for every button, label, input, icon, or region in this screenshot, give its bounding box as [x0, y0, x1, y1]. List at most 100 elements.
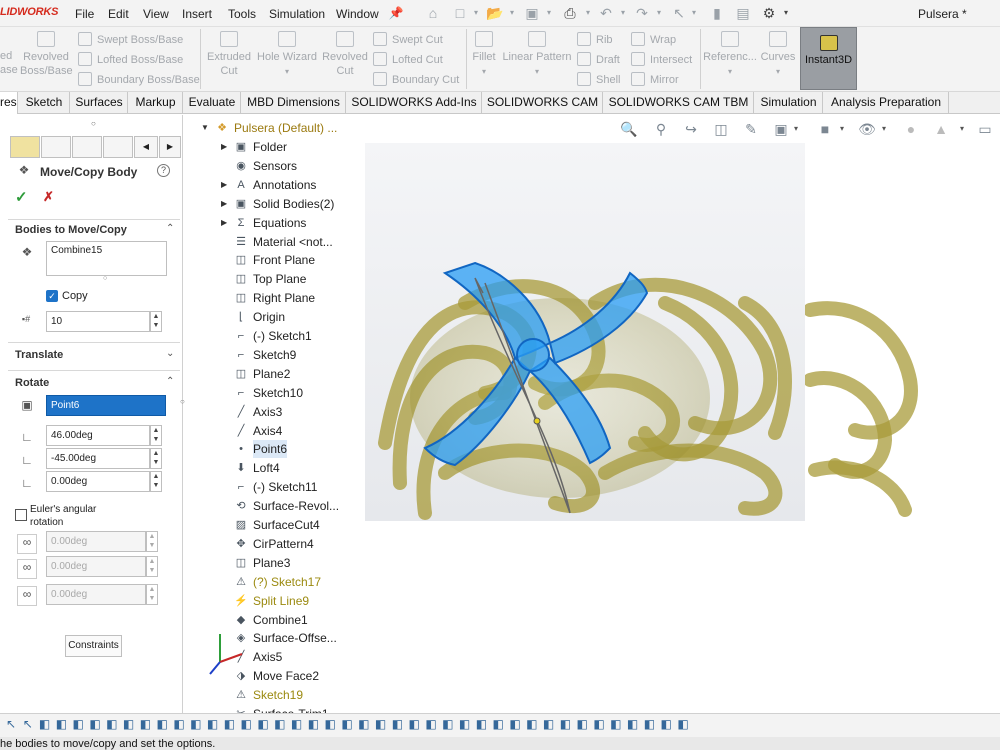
menu-tools[interactable]: Tools — [228, 7, 256, 21]
angle-z-spinner[interactable]: ▲ ▼ — [150, 471, 162, 492]
chevron-down-icon[interactable]: ▾ — [792, 124, 800, 133]
feature-manager-tab-icon[interactable] — [10, 136, 40, 158]
angle-y-input[interactable]: -45.00deg — [46, 448, 150, 469]
euler-angle-1-input[interactable]: 0.00deg — [46, 531, 146, 552]
chevron-down-icon[interactable]: ▾ — [472, 4, 480, 22]
translate-section-header[interactable]: Translate — [15, 349, 63, 361]
offset-icon[interactable]: ◧ — [273, 717, 287, 733]
camera-icon[interactable]: ◧ — [626, 717, 640, 733]
reference-geometry-button[interactable]: Referenc... ▾ — [703, 31, 757, 79]
euler-angle-2-input[interactable]: 0.00deg — [46, 556, 146, 577]
chevron-down-icon[interactable]: ▾ — [584, 4, 592, 22]
coordinate-icon[interactable]: ◧ — [491, 717, 505, 733]
rectangle-icon[interactable]: ◧ — [138, 717, 152, 733]
help-icon[interactable]: ? — [157, 164, 170, 177]
gear-icon[interactable]: ⚙ — [760, 4, 778, 22]
instant3d-button[interactable]: Instant3D — [800, 27, 857, 90]
undo-icon[interactable]: ↶ — [597, 4, 615, 22]
hole-wizard-button[interactable]: Hole Wizard ▾ — [256, 31, 318, 79]
tab-sketch[interactable]: Sketch — [19, 92, 70, 114]
expand-arrow-icon[interactable]: ▶ — [221, 195, 227, 213]
select-icon[interactable]: ↖ — [4, 717, 18, 733]
extend-icon[interactable]: ◧ — [306, 717, 320, 733]
expand-arrow-icon[interactable]: ▶ — [221, 138, 227, 156]
cancel-x-icon[interactable]: ✗ — [43, 189, 54, 205]
draft-button[interactable]: Draft — [577, 52, 620, 67]
bodies-selection-box[interactable]: Combine15 — [46, 241, 167, 276]
chevron-down-icon[interactable]: ↖ — [21, 717, 35, 733]
chamfer-icon[interactable]: ◧ — [256, 717, 270, 733]
copy-icon[interactable]: ◧ — [374, 717, 388, 733]
open-icon[interactable]: 📂 — [486, 4, 504, 22]
menu-window[interactable]: Window — [336, 7, 379, 21]
home-icon[interactable]: ⌂ — [424, 4, 442, 22]
configuration-manager-tab-icon[interactable] — [72, 136, 102, 158]
previous-view-icon[interactable]: ↪ — [682, 121, 700, 138]
layer-icon[interactable]: ◧ — [592, 717, 606, 733]
chevron-down-icon[interactable]: ▾ — [880, 124, 888, 133]
zoom-to-fit-icon[interactable]: 🔍 — [620, 121, 638, 138]
curves-button[interactable]: Curves ▾ — [759, 31, 797, 79]
color-icon[interactable]: ◧ — [609, 717, 623, 733]
dynamic-annotation-icon[interactable]: ✎ — [742, 121, 760, 138]
rebuild-icon[interactable]: ▮ — [708, 4, 726, 22]
print-icon[interactable]: ⎙ — [561, 4, 579, 22]
apply-scene-icon[interactable]: ▲ — [932, 121, 950, 137]
extrude-icon[interactable]: ◧ — [54, 717, 68, 733]
tab-analysis-preparation[interactable]: Analysis Preparation — [824, 92, 949, 114]
save-icon[interactable]: ▣ — [523, 4, 541, 22]
tab-mbd-dimensions[interactable]: MBD Dimensions — [242, 92, 346, 114]
relation-icon[interactable]: ◧ — [407, 717, 421, 733]
tab-markup[interactable]: Markup — [129, 92, 183, 114]
snap-icon[interactable]: ◧ — [575, 717, 589, 733]
tab-solidworks-cam[interactable]: SOLIDWORKS CAM — [483, 92, 603, 114]
mirror-button[interactable]: Mirror — [631, 72, 679, 87]
section-view-icon[interactable]: ◫ — [712, 121, 730, 138]
fillet-icon[interactable]: ◧ — [239, 717, 253, 733]
euler-angle-3-input[interactable]: 0.00deg — [46, 584, 146, 605]
chevron-down-icon[interactable]: ▾ — [958, 124, 966, 133]
arc-icon[interactable]: ◧ — [172, 717, 186, 733]
revolved-boss-button[interactable]: Revolved Boss/Base — [20, 31, 73, 78]
ok-check-icon[interactable]: ✓ — [15, 188, 28, 206]
menu-view[interactable]: View — [143, 7, 169, 21]
fillet-button[interactable]: Fillet ▾ — [470, 31, 498, 79]
swept-boss-button[interactable]: Swept Boss/Base — [78, 32, 183, 47]
dimxpert-tab-icon[interactable] — [103, 136, 133, 158]
redo-icon[interactable]: ↷ — [633, 4, 651, 22]
file-properties-icon[interactable]: ▤ — [734, 4, 752, 22]
sketch-tool-icon[interactable]: ◧ — [38, 717, 52, 733]
drag-handle-icon[interactable]: ○ — [91, 119, 96, 128]
move-icon[interactable]: ◧ — [357, 717, 371, 733]
boundary-boss-button[interactable]: Boundary Boss/Base — [78, 72, 200, 87]
circle-icon[interactable]: ◧ — [155, 717, 169, 733]
tab-evaluate[interactable]: Evaluate — [184, 92, 241, 114]
view-settings-icon[interactable]: ▭ — [976, 121, 994, 138]
scale-icon[interactable]: ◧ — [390, 717, 404, 733]
constraints-button[interactable]: Constraints — [65, 635, 122, 657]
property-manager-tab-icon[interactable] — [41, 136, 71, 158]
revolved-cut-button[interactable]: Revolved Cut — [320, 31, 370, 78]
plane-icon[interactable]: ◧ — [458, 717, 472, 733]
chevron-left-icon[interactable]: ◀ — [134, 136, 158, 158]
axis-icon[interactable]: ◧ — [474, 717, 488, 733]
pin-icon[interactable]: 📌 — [387, 4, 405, 22]
tab-simulation[interactable]: Simulation — [755, 92, 823, 114]
intersect-button[interactable]: Intersect — [631, 52, 692, 67]
wrap-button[interactable]: Wrap — [631, 32, 676, 47]
measure-icon[interactable]: ◧ — [508, 717, 522, 733]
menu-edit[interactable]: Edit — [108, 7, 129, 21]
chevron-right-icon[interactable]: ▶ — [159, 136, 181, 158]
tab-surfaces[interactable]: Surfaces — [71, 92, 128, 114]
menu-insert[interactable]: Insert — [182, 7, 212, 21]
trim-icon[interactable]: ◧ — [290, 717, 304, 733]
new-document-icon[interactable]: □ — [451, 4, 469, 22]
display-style-icon[interactable]: ■ — [816, 121, 834, 137]
boundary-cut-button[interactable]: Boundary Cut — [373, 72, 459, 87]
edit-appearance-icon[interactable]: ● — [902, 121, 920, 137]
lofted-cut-button[interactable]: Lofted Cut — [373, 52, 443, 67]
grid-icon[interactable]: ◧ — [558, 717, 572, 733]
select-icon[interactable]: ↖ — [670, 4, 688, 22]
swept-cut-button[interactable]: Swept Cut — [373, 32, 443, 47]
flag-icon[interactable]: ◧ — [642, 717, 656, 733]
